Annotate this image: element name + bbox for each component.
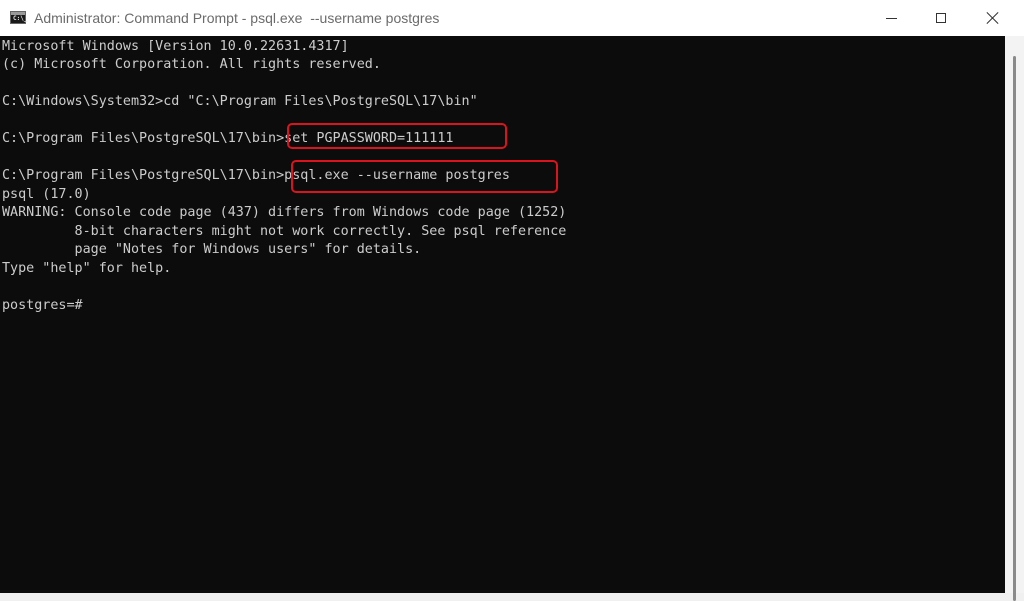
console-line: psql (17.0) (2, 187, 91, 202)
close-icon (987, 12, 999, 24)
app-icon-text: C:\_ (13, 15, 28, 22)
minimize-icon (885, 17, 897, 19)
console-line: page "Notes for Windows users" for detai… (2, 242, 422, 257)
prompt-line: postgres=# (2, 298, 83, 313)
set-password-highlight (287, 123, 507, 149)
vertical-scrollbar[interactable] (1005, 36, 1024, 601)
console-line: (c) Microsoft Corporation. All rights re… (2, 57, 381, 72)
console-line: Type "help" for help. (2, 261, 172, 276)
window-title: Administrator: Command Prompt - psql.exe… (34, 10, 440, 26)
psql-command-highlight (291, 160, 558, 193)
maximize-button[interactable] (916, 0, 966, 36)
title-bar[interactable]: C:\_ Administrator: Command Prompt - psq… (0, 0, 1024, 36)
console-line: Microsoft Windows [Version 10.0.22631.43… (2, 39, 349, 54)
maximize-icon (936, 13, 946, 23)
console-line: WARNING: Console code page (437) differs… (2, 205, 567, 220)
console-output[interactable]: Microsoft Windows [Version 10.0.22631.43… (0, 36, 1005, 593)
console-line: C:\Windows\System32>cd "C:\Program Files… (2, 94, 478, 109)
close-button[interactable] (968, 0, 1018, 36)
command-prompt-icon[interactable]: C:\_ (10, 11, 28, 24)
minimize-button[interactable] (866, 0, 916, 36)
command-prompt-window: C:\_ Administrator: Command Prompt - psq… (0, 0, 1024, 601)
console-line: 8-bit characters might not work correctl… (2, 224, 567, 239)
scrollbar-thumb[interactable] (1013, 56, 1016, 601)
